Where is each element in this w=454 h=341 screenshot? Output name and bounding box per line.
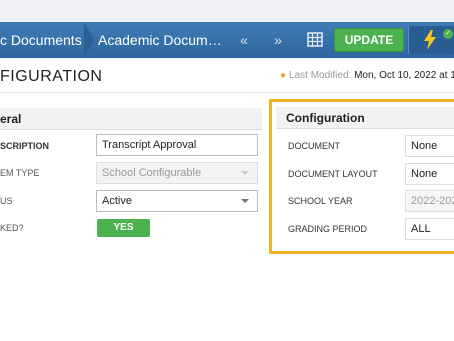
- item-type-value: School Configurable: [102, 167, 202, 179]
- school-year-field: 2022-2023: [405, 190, 454, 212]
- lightning-icon: [424, 30, 436, 50]
- header-divider: [0, 92, 454, 93]
- first-record-icon[interactable]: «: [229, 22, 259, 58]
- chevron-down-icon: [241, 199, 249, 203]
- breadcrumb-separator: [84, 22, 94, 58]
- last-record-icon[interactable]: »: [263, 22, 293, 58]
- breadcrumb-documents[interactable]: c Documents: [0, 22, 92, 58]
- description-value: Transcript Approval: [102, 139, 197, 151]
- locked-label: KED?: [0, 223, 24, 233]
- status-label: US: [0, 196, 13, 206]
- breadcrumb-academic-documents[interactable]: Academic Docum…: [98, 22, 226, 58]
- status-value: Active: [102, 195, 132, 207]
- clock-icon: ●: [280, 70, 287, 81]
- chevron-down-icon: [241, 171, 249, 175]
- school-year-label: SCHOOL YEAR: [288, 196, 353, 206]
- grading-period-label: GRADING PERIOD: [288, 224, 368, 234]
- check-badge-icon: ✓: [443, 29, 453, 39]
- last-modified-value: Mon, Oct 10, 2022 at 12: [354, 70, 454, 81]
- item-type-select: School Configurable: [96, 162, 258, 184]
- page-title: FIGURATION: [0, 68, 103, 85]
- update-button[interactable]: UPDATE: [334, 28, 404, 52]
- quick-actions-button[interactable]: ✓: [408, 26, 454, 54]
- document-layout-select[interactable]: None: [405, 163, 454, 185]
- last-modified: ● Last Modified: Mon, Oct 10, 2022 at 12: [280, 70, 454, 81]
- item-type-label: EM TYPE: [0, 168, 40, 178]
- last-modified-label: Last Modified:: [289, 70, 352, 81]
- document-layout-label: DOCUMENT LAYOUT: [288, 169, 378, 179]
- document-label: DOCUMENT: [288, 141, 340, 151]
- grading-period-select[interactable]: ALL: [405, 218, 454, 240]
- document-value: None: [411, 140, 438, 152]
- general-section-heading: eral: [0, 108, 262, 130]
- grading-period-value: ALL: [411, 223, 431, 235]
- locked-toggle[interactable]: YES: [97, 219, 150, 237]
- document-layout-value: None: [411, 168, 438, 180]
- status-select[interactable]: Active: [96, 190, 258, 212]
- configuration-heading: Configuration: [276, 107, 454, 129]
- description-input[interactable]: Transcript Approval: [96, 134, 258, 156]
- grid-view-icon[interactable]: [300, 30, 330, 50]
- document-select[interactable]: None: [405, 135, 454, 157]
- description-label: SCRIPTION: [0, 141, 50, 151]
- school-year-value: 2022-2023: [411, 195, 454, 207]
